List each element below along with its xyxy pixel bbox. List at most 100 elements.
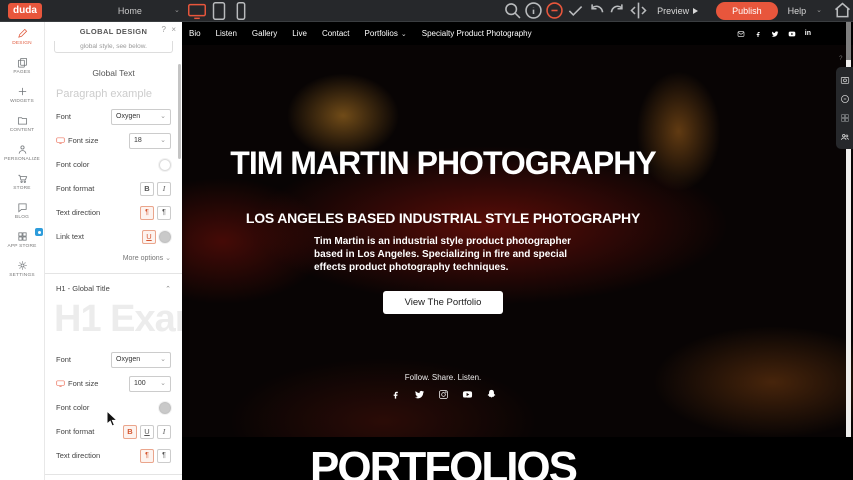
more-options-link[interactable]: More options ⌄	[56, 255, 171, 262]
h1-underline-button[interactable]: U	[140, 425, 154, 439]
panel-close-button[interactable]: ×	[171, 26, 176, 34]
collaborators-tool-button[interactable]	[836, 127, 853, 146]
h1-rtl-direction-button[interactable]: ¶	[157, 449, 171, 463]
h1-section-header[interactable]: H1 - Global Title ⌃	[56, 284, 171, 293]
nav-link-listen[interactable]: Listen	[216, 29, 237, 38]
youtube-icon[interactable]	[462, 387, 473, 405]
bold-button[interactable]: B	[140, 182, 154, 196]
search-icon	[502, 0, 523, 21]
h1-font-size-value: 100	[134, 380, 146, 387]
link-color-swatch[interactable]	[159, 231, 171, 243]
italic-button[interactable]: I	[157, 182, 171, 196]
nav-link-contact[interactable]: Contact	[322, 29, 350, 38]
section-divider	[45, 273, 182, 274]
screenshot-tool-button[interactable]	[836, 70, 853, 89]
twitter-icon[interactable]	[414, 387, 425, 405]
duda-logo[interactable]: duda	[8, 3, 42, 19]
font-value: Oxygen	[116, 113, 140, 120]
h1-font-select[interactable]: Oxygen ⌄	[111, 352, 171, 368]
float-help-icon[interactable]: ?	[839, 56, 842, 62]
h1-font-size-select[interactable]: 100 ⌄	[129, 376, 171, 392]
nav-link-gallery[interactable]: Gallery	[252, 29, 277, 38]
view-portfolio-button[interactable]: View The Portfolio	[383, 291, 503, 314]
site-preview-canvas[interactable]: Bio Listen Gallery Live Contact Portfoli…	[182, 22, 853, 480]
hero-content: TIM MARTIN PHOTOGRAPHY LOS ANGELES BASED…	[182, 45, 704, 437]
preview-scrollbar-thumb[interactable]	[846, 22, 851, 60]
nav-link-portfolios[interactable]: Portfolios⌄	[365, 29, 407, 38]
sidebar-item-label: APP STORE	[7, 244, 36, 249]
chevron-down-icon: ⌄	[160, 356, 166, 363]
font-color-row: Font color	[56, 157, 171, 172]
layers-tool-button[interactable]	[836, 108, 853, 127]
sidebar-item-blog[interactable]: BLOG	[0, 196, 44, 225]
float-close-icon[interactable]: ×	[846, 56, 850, 62]
link-text-row: Link text U	[56, 229, 171, 244]
font-label: Font	[56, 112, 71, 121]
info-button[interactable]	[523, 0, 544, 22]
tablet-view-button[interactable]	[208, 0, 230, 22]
youtube-icon[interactable]	[788, 25, 796, 43]
ltr-direction-button[interactable]: ¶	[140, 206, 154, 220]
device-override-icon	[56, 380, 65, 387]
h1-bold-button[interactable]: B	[123, 425, 137, 439]
sidebar-item-label: CONTENT	[10, 128, 35, 133]
panel-help-button[interactable]: ?	[162, 26, 166, 34]
instagram-icon[interactable]	[438, 387, 449, 405]
mobile-view-button[interactable]	[230, 0, 252, 22]
chevron-up-icon: ⌃	[165, 285, 171, 293]
sidebar-item-personalize[interactable]: PERSONALIZE	[0, 138, 44, 167]
save-confirm-button[interactable]	[565, 0, 586, 22]
font-size-select[interactable]: 18 ⌄	[129, 133, 171, 149]
email-icon[interactable]	[737, 25, 745, 43]
comments-button[interactable]	[544, 0, 565, 22]
nav-link-bio[interactable]: Bio	[189, 29, 201, 38]
h1-ltr-direction-button[interactable]: ¶	[140, 449, 154, 463]
app-store-notification-badge	[35, 228, 43, 236]
link-underline-button[interactable]: U	[142, 230, 156, 244]
mobile-icon	[230, 0, 252, 22]
facebook-icon[interactable]	[754, 25, 762, 43]
font-select[interactable]: Oxygen ⌄	[111, 109, 171, 125]
sidebar-item-label: SETTINGS	[9, 273, 35, 278]
paragraph-style-preview: Paragraph example	[56, 88, 182, 100]
rtl-direction-button[interactable]: ¶	[157, 206, 171, 220]
h1-font-color-swatch[interactable]	[159, 402, 171, 414]
snapchat-icon[interactable]	[486, 387, 497, 405]
camera-icon	[840, 75, 850, 85]
sidebar-item-store[interactable]: STORE	[0, 167, 44, 196]
sidebar-item-label: WIDGETS	[10, 99, 34, 104]
sidebar-item-widgets[interactable]: WIDGETS	[0, 80, 44, 109]
desktop-view-button[interactable]	[186, 0, 208, 22]
nav-link-live[interactable]: Live	[292, 29, 307, 38]
facebook-icon[interactable]	[390, 387, 401, 405]
feedback-tool-button[interactable]	[836, 89, 853, 108]
font-color-swatch[interactable]	[159, 159, 171, 171]
sidebar-item-pages[interactable]: PAGES	[0, 51, 44, 80]
twitter-icon[interactable]	[771, 25, 779, 43]
help-menu[interactable]: Help ⌄	[788, 6, 822, 16]
dev-mode-button[interactable]	[628, 0, 649, 22]
sidebar-item-design[interactable]: DESIGN	[0, 22, 44, 51]
sidebar-item-label: STORE	[13, 186, 30, 191]
search-button[interactable]	[502, 0, 523, 22]
redo-icon	[607, 0, 628, 21]
sidebar-item-content[interactable]: CONTENT	[0, 109, 44, 138]
redo-button[interactable]	[607, 0, 628, 22]
h1-font-color-label: Font color	[56, 403, 89, 412]
h1-italic-button[interactable]: I	[157, 425, 171, 439]
chevron-down-icon: ⌄	[401, 31, 407, 38]
dashboard-home-button[interactable]	[832, 0, 853, 22]
nav-link-specialty[interactable]: Specialty Product Photography	[422, 29, 532, 38]
h1-font-format-label: Font format	[56, 427, 94, 436]
page-selector-dropdown[interactable]: Home ⌄	[118, 6, 180, 16]
h1-text-direction-row: Text direction ¶ ¶	[56, 448, 171, 463]
font-row: Font Oxygen ⌄	[56, 109, 171, 124]
linkedin-icon[interactable]: in	[805, 30, 811, 37]
publish-button[interactable]: Publish	[716, 2, 778, 20]
sidebar-item-settings[interactable]: SETTINGS	[0, 254, 44, 283]
preview-button[interactable]: Preview	[657, 6, 698, 16]
undo-button[interactable]	[586, 0, 607, 22]
font-format-row: Font format B I	[56, 181, 171, 196]
sidebar-item-app-store[interactable]: APP STORE	[0, 225, 44, 254]
panel-scrollbar[interactable]	[178, 64, 181, 159]
